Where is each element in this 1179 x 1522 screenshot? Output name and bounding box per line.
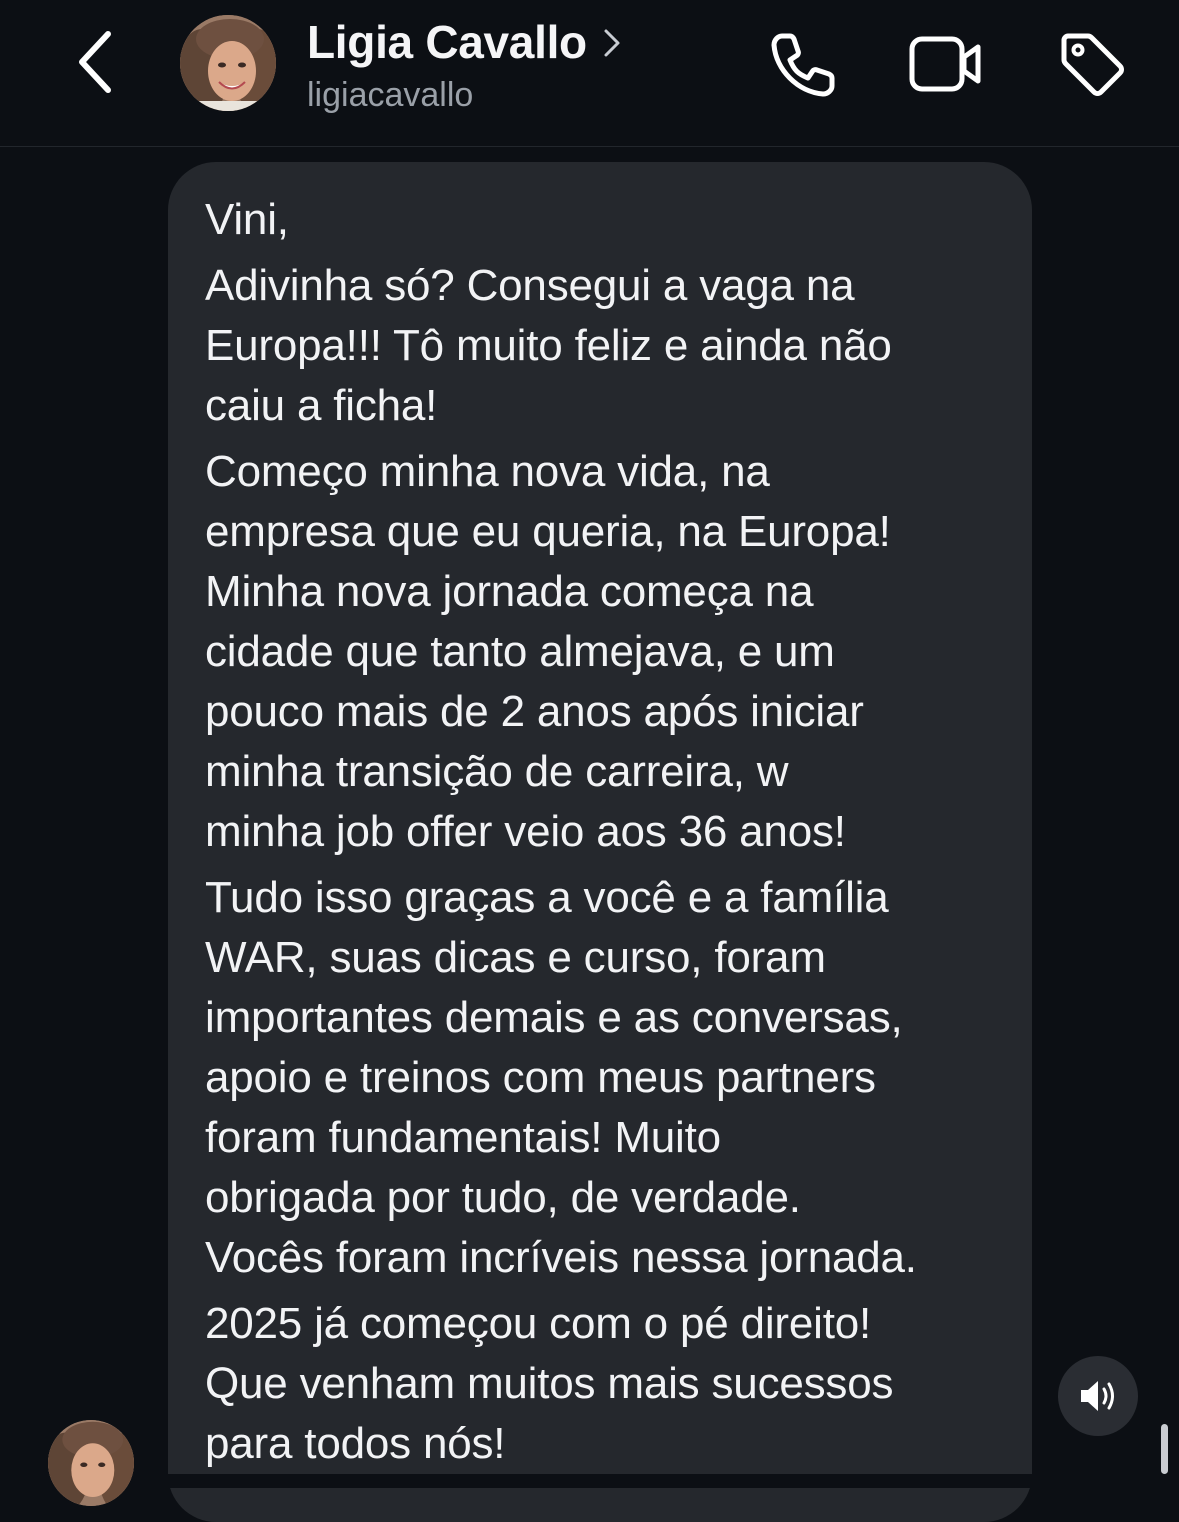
contact-avatar[interactable] (180, 15, 276, 111)
avatar-photo (48, 1420, 134, 1506)
call-button[interactable] (764, 28, 844, 100)
bottom-edge (0, 1474, 1179, 1488)
sender-avatar[interactable] (48, 1420, 134, 1506)
audio-toggle-button[interactable] (1058, 1356, 1138, 1436)
message-bubble[interactable]: Vini, Adivinha só? Consegui a vaga na Eu… (168, 162, 1032, 1522)
back-button[interactable] (60, 22, 130, 102)
contact-name: Ligia Cavallo (307, 16, 587, 68)
chevron-left-icon (79, 31, 111, 93)
message-paragraph: Tudo isso graças a você e a família WAR,… (205, 873, 917, 1282)
speaker-volume-icon (1081, 1381, 1114, 1411)
tag-button[interactable] (1052, 28, 1132, 100)
scrollbar[interactable] (1161, 1424, 1168, 1474)
contact-profile-link[interactable]: Ligia Cavallo (307, 16, 621, 68)
message-paragraph: Adivinha só? Consegui a vaga na Europa!!… (205, 261, 892, 430)
message-paragraph: 2025 já começou com o pé direito! Que ve… (205, 1299, 894, 1468)
message-paragraph: Vini, (205, 195, 289, 244)
video-call-button[interactable] (906, 28, 986, 100)
message-paragraph: Começo minha nova vida, na empresa que e… (205, 447, 891, 856)
phone-icon (771, 33, 835, 97)
chevron-right-icon (603, 28, 621, 58)
avatar-photo (180, 15, 276, 111)
contact-username: ligiacavallo (307, 76, 474, 114)
tag-icon (1061, 33, 1124, 96)
video-camera-icon (909, 36, 981, 92)
chat-header: Ligia Cavallo ligiacavallo (0, 0, 1179, 147)
